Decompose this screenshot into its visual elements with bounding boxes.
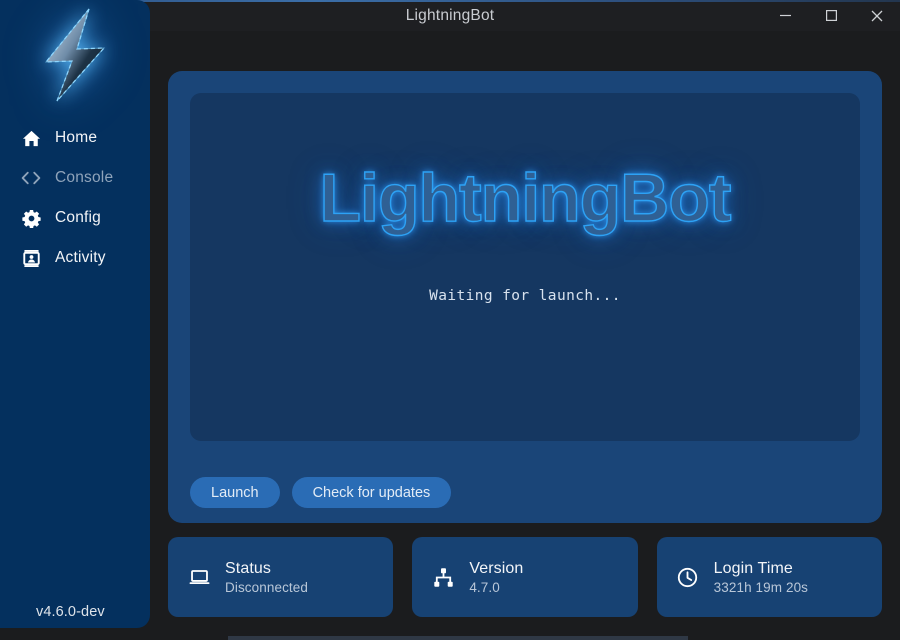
sitemap-icon <box>431 565 455 589</box>
app-window: LightningBot <box>0 0 900 640</box>
hero-panel: LightningBot Waiting for launch... Launc… <box>168 71 882 523</box>
minimize-button[interactable] <box>762 0 808 31</box>
hero-action-buttons: Launch Check for updates <box>190 477 451 508</box>
version-card[interactable]: Version 4.7.0 <box>412 537 637 617</box>
sidebar-item-activity[interactable]: Activity <box>0 238 150 278</box>
maximize-button[interactable] <box>808 0 854 31</box>
sidebar-nav: Home Console Config <box>0 118 150 278</box>
code-icon <box>21 168 41 188</box>
main-content: LightningBot Waiting for launch... Launc… <box>150 31 900 640</box>
card-title: Login Time <box>714 560 808 578</box>
sidebar-item-label: Config <box>55 209 101 227</box>
app-logo <box>0 0 150 110</box>
sidebar-item-console[interactable]: Console <box>0 158 150 198</box>
login-time-card[interactable]: Login Time 3321h 19m 20s <box>657 537 882 617</box>
check-for-updates-button[interactable]: Check for updates <box>292 477 452 508</box>
card-value: 3321h 19m 20s <box>714 580 808 595</box>
status-cards: Status Disconnected Version 4.7.0 <box>168 537 882 617</box>
gear-icon <box>21 208 41 228</box>
bottom-accent-strip <box>228 636 688 640</box>
laptop-icon <box>187 565 211 589</box>
launch-button[interactable]: Launch <box>190 477 280 508</box>
card-value: Disconnected <box>225 580 308 595</box>
window-title: LightningBot <box>406 7 495 25</box>
clock-icon <box>676 565 700 589</box>
hero-status-text: Waiting for launch... <box>190 288 860 304</box>
sidebar-item-label: Home <box>55 129 97 147</box>
card-value: 4.7.0 <box>469 580 523 595</box>
home-icon <box>21 128 41 148</box>
status-card[interactable]: Status Disconnected <box>168 537 393 617</box>
app-version-label: v4.6.0-dev <box>0 604 150 620</box>
card-title: Version <box>469 560 523 578</box>
window-controls <box>762 0 900 31</box>
sidebar-item-label: Console <box>55 169 113 187</box>
hero-logo-text: LightningBot <box>190 159 860 237</box>
sidebar: Home Console Config <box>0 0 150 628</box>
id-card-icon <box>21 248 41 268</box>
card-title: Status <box>225 560 308 578</box>
close-button[interactable] <box>854 0 900 31</box>
sidebar-item-label: Activity <box>55 249 106 267</box>
sidebar-item-home[interactable]: Home <box>0 118 150 158</box>
sidebar-item-config[interactable]: Config <box>0 198 150 238</box>
hero-display: LightningBot Waiting for launch... <box>190 93 860 441</box>
lightning-bolt-icon <box>32 6 118 104</box>
